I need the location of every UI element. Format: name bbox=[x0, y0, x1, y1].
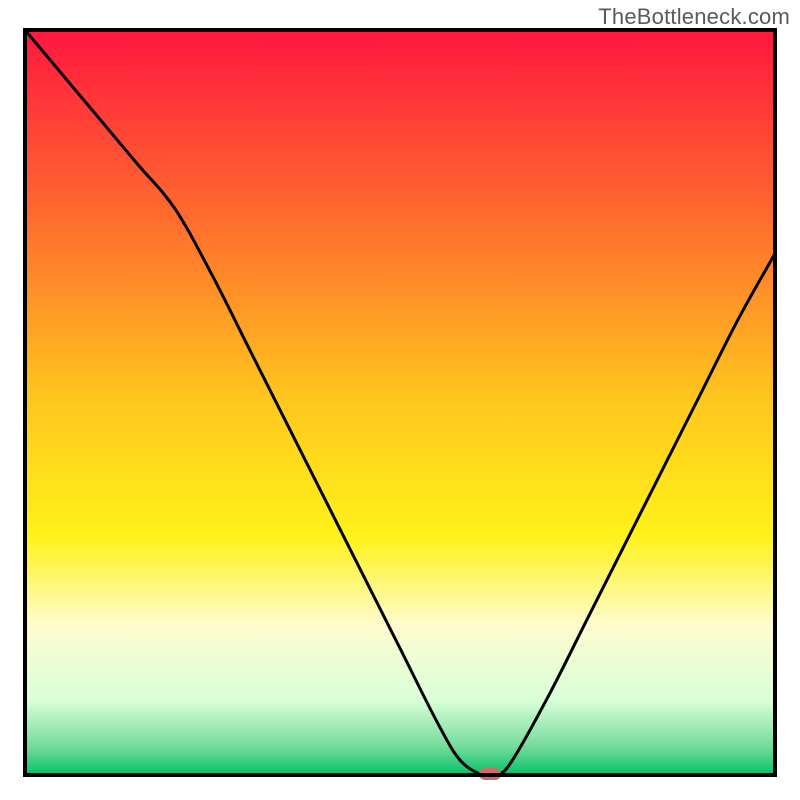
plot-area bbox=[25, 30, 775, 780]
chart-stage: TheBottleneck.com bbox=[0, 0, 800, 800]
bottleneck-chart bbox=[0, 0, 800, 800]
gradient-background bbox=[25, 30, 775, 775]
